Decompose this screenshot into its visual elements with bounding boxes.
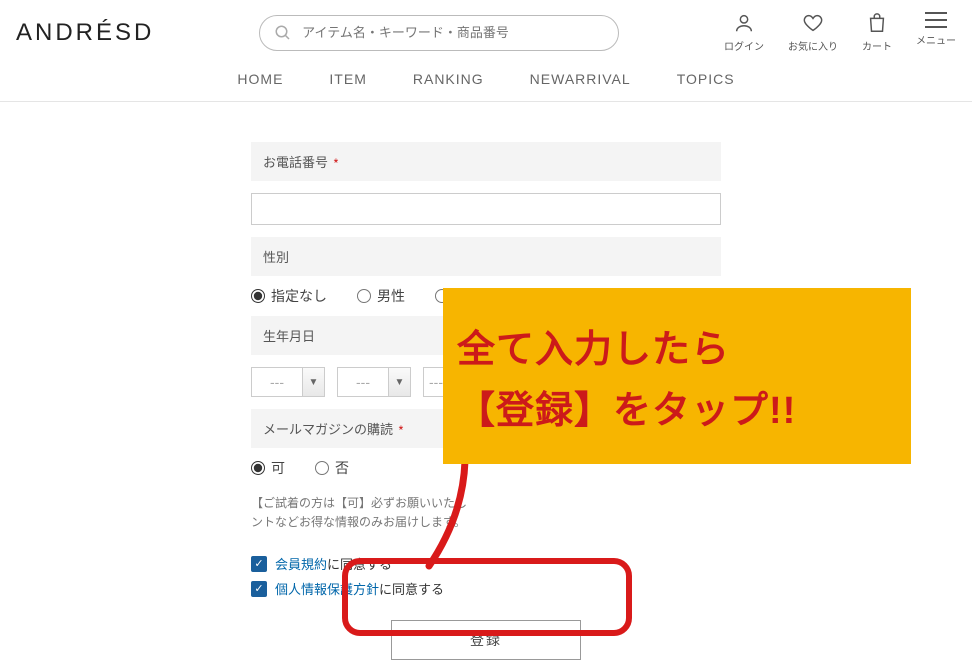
gender-option-none[interactable]: 指定なし bbox=[251, 286, 327, 306]
phone-section-head: お電話番号 * bbox=[251, 142, 721, 181]
gender-radio-male[interactable] bbox=[357, 289, 371, 303]
login-label: ログイン bbox=[724, 38, 764, 53]
bag-icon bbox=[866, 12, 888, 34]
heart-icon bbox=[802, 12, 824, 34]
favorite-link[interactable]: お気に入り bbox=[788, 12, 838, 53]
annotation-callout: 全て入力したら 【登録】をタップ!! bbox=[443, 288, 911, 464]
dob-label: 生年月日 bbox=[263, 329, 315, 344]
privacy-link[interactable]: 個人情報保護方針 bbox=[275, 582, 379, 597]
agreement-block: ✓ 会員規約に同意する ✓ 個人情報保護方針に同意する bbox=[251, 554, 721, 598]
newsletter-note: 【ご試着の方は【可】必ずお願いいたし ントなどお得な情報のみお届けします。 bbox=[251, 494, 721, 532]
agree-privacy-checkbox[interactable]: ✓ bbox=[251, 581, 267, 597]
site-logo[interactable]: ANDRÉSD bbox=[16, 19, 154, 47]
gender-section-head: 性別 bbox=[251, 237, 721, 276]
gender-option-male[interactable]: 男性 bbox=[357, 286, 405, 306]
dob-month-select[interactable]: ---▼ bbox=[337, 367, 411, 397]
required-mark: * bbox=[399, 423, 404, 437]
user-icon bbox=[733, 12, 755, 34]
cart-link[interactable]: カート bbox=[862, 12, 892, 53]
newsletter-label: メールマガジンの購読 bbox=[263, 422, 393, 437]
main-nav: HOME ITEM RANKING NEWARRIVAL TOPICS bbox=[0, 61, 972, 101]
search-box[interactable] bbox=[259, 15, 619, 51]
nav-newarrival[interactable]: NEWARRIVAL bbox=[530, 71, 631, 87]
gender-radio-none[interactable] bbox=[251, 289, 265, 303]
dob-year-select[interactable]: ---▼ bbox=[251, 367, 325, 397]
newsletter-radio-no[interactable] bbox=[315, 461, 329, 475]
annotation-line1: 全て入力したら bbox=[457, 318, 897, 373]
terms-link[interactable]: 会員規約 bbox=[275, 557, 327, 572]
favorite-label: お気に入り bbox=[788, 38, 838, 53]
phone-label: お電話番号 bbox=[263, 155, 328, 170]
agree-privacy-row: ✓ 個人情報保護方針に同意する bbox=[251, 579, 721, 598]
menu-icon bbox=[925, 12, 947, 28]
site-header: ANDRÉSD ログイン お気に入り カート メニュー bbox=[0, 0, 972, 61]
annotation-line2: 【登録】をタップ!! bbox=[457, 379, 897, 434]
required-mark: * bbox=[334, 156, 339, 170]
nav-topics[interactable]: TOPICS bbox=[677, 71, 735, 87]
menu-button[interactable]: メニュー bbox=[916, 12, 956, 47]
newsletter-option-no[interactable]: 否 bbox=[315, 458, 349, 478]
agree-terms-checkbox[interactable]: ✓ bbox=[251, 556, 267, 572]
submit-button[interactable]: 登録 bbox=[391, 620, 581, 660]
cart-label: カート bbox=[862, 38, 892, 53]
header-icons: ログイン お気に入り カート メニュー bbox=[724, 12, 956, 53]
nav-ranking[interactable]: RANKING bbox=[413, 71, 484, 87]
chevron-down-icon: ▼ bbox=[389, 367, 411, 397]
gender-label: 性別 bbox=[263, 250, 289, 265]
phone-input[interactable] bbox=[251, 193, 721, 225]
agree-terms-row: ✓ 会員規約に同意する bbox=[251, 554, 721, 573]
login-link[interactable]: ログイン bbox=[724, 12, 764, 53]
nav-home[interactable]: HOME bbox=[237, 71, 283, 87]
menu-label: メニュー bbox=[916, 32, 956, 47]
chevron-down-icon: ▼ bbox=[303, 367, 325, 397]
nav-item[interactable]: ITEM bbox=[329, 71, 366, 87]
newsletter-radio-yes[interactable] bbox=[251, 461, 265, 475]
search-icon bbox=[274, 24, 292, 42]
newsletter-option-yes[interactable]: 可 bbox=[251, 458, 285, 478]
search-input[interactable] bbox=[302, 25, 604, 40]
